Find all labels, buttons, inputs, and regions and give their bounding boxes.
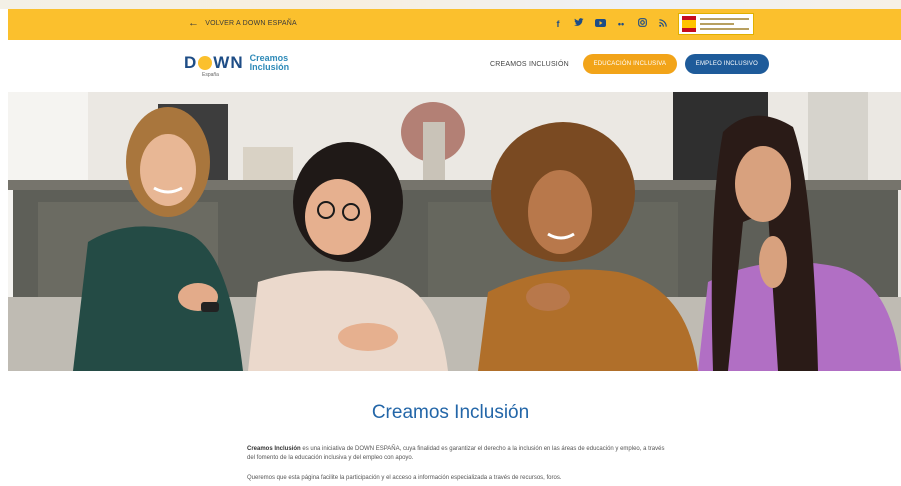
educacion-inclusiva-button[interactable]: EDUCACIÓN INCLUSIVA — [582, 54, 677, 74]
youtube-icon[interactable] — [594, 17, 606, 31]
empleo-inclusivo-button[interactable]: EMPLEO INCLUSIVO — [684, 54, 769, 74]
facebook-icon[interactable]: f — [552, 17, 564, 31]
intro-section: Creamos Inclusión Creamos Inclusión es u… — [0, 371, 901, 486]
social-links: f •• — [552, 17, 669, 31]
logo-subtitle: España — [202, 72, 219, 78]
intro-rest: es una iniciativa de DOWN ESPAÑA, cuya f… — [247, 446, 665, 461]
hero-photo — [8, 92, 901, 371]
government-logo[interactable] — [678, 13, 754, 35]
arrow-left-icon: ← — [188, 17, 200, 29]
down-logo: D WN — [184, 53, 244, 72]
flickr-icon[interactable]: •• — [615, 17, 627, 31]
spain-flag-icon — [682, 16, 696, 32]
main-nav: CREAMOS INCLUSIÓN EDUCACIÓN INCLUSIVA EM… — [490, 54, 769, 74]
creamos-inclusion-logo[interactable]: D WN España Creamos Inclusión — [184, 53, 290, 78]
rss-icon[interactable] — [657, 17, 669, 31]
site-header: D WN España Creamos Inclusión CREAMOS INC… — [8, 40, 901, 92]
logo-inclusion: Inclusión — [249, 62, 290, 72]
instagram-icon[interactable] — [636, 17, 648, 31]
nav-creamos-inclusion[interactable]: CREAMOS INCLUSIÓN — [490, 61, 569, 68]
back-link-label: VOLVER A DOWN ESPAÑA — [205, 19, 297, 27]
intro-bold: Creamos Inclusión — [247, 446, 301, 452]
top-bar: ← VOLVER A DOWN ESPAÑA f •• — [8, 9, 901, 40]
intro-paragraph: Creamos Inclusión es una iniciativa de D… — [247, 445, 667, 463]
second-paragraph: Queremos que esta página facilite la par… — [247, 475, 562, 481]
back-to-down-espana-link[interactable]: ← VOLVER A DOWN ESPAÑA — [188, 17, 297, 29]
previous-frame-strip — [0, 0, 901, 9]
twitter-icon[interactable] — [573, 17, 585, 31]
page-title: Creamos Inclusión — [371, 402, 530, 423]
hero-illustration — [8, 92, 901, 371]
